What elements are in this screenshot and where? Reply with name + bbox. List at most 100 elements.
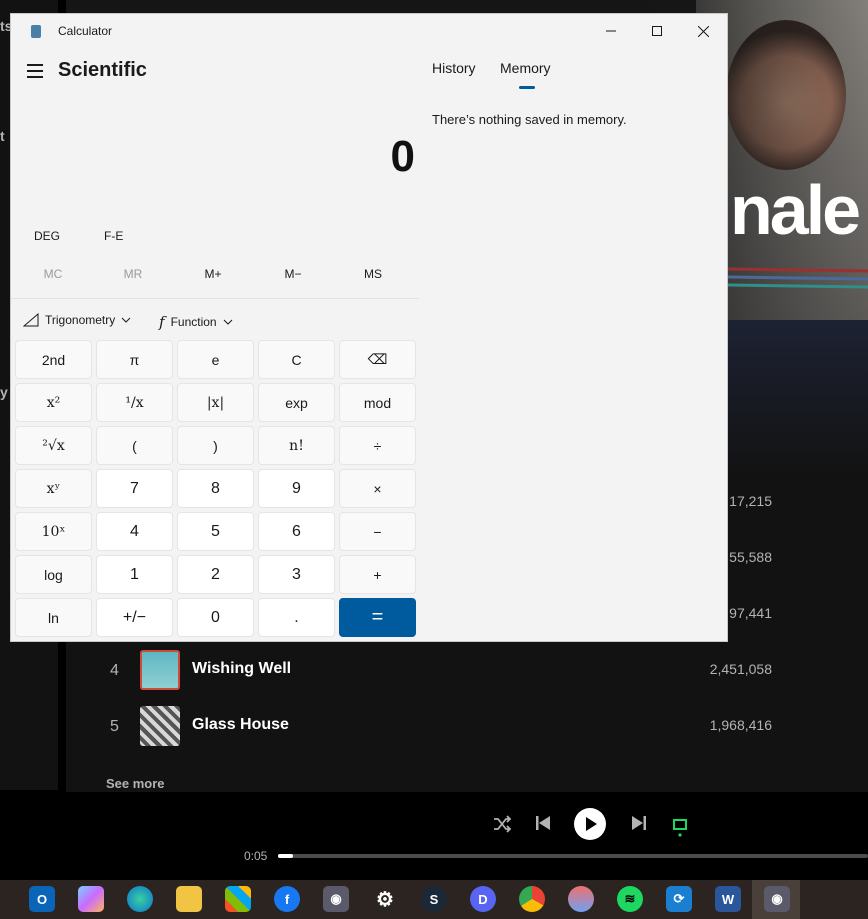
edge-icon[interactable] bbox=[127, 886, 153, 912]
title-bar: Calculator bbox=[11, 14, 727, 48]
messenger-icon[interactable]: f bbox=[274, 886, 300, 912]
chevron-down-icon bbox=[121, 317, 131, 323]
play-icon bbox=[586, 817, 597, 831]
word-icon[interactable]: W bbox=[715, 886, 741, 912]
track-number: 4 bbox=[110, 662, 119, 679]
track-row[interactable]: 5 Glass House 1,968,416 bbox=[66, 700, 868, 756]
memory-store-button[interactable]: MS bbox=[333, 267, 413, 281]
digit-0-button[interactable]: 0 bbox=[177, 598, 254, 637]
function-dropdown[interactable]: f Function bbox=[159, 313, 233, 331]
sync-icon[interactable]: ⟳ bbox=[666, 886, 692, 912]
camera-icon[interactable]: ◉ bbox=[323, 886, 349, 912]
digit-6-button[interactable]: 6 bbox=[258, 512, 335, 551]
square-button[interactable]: x² bbox=[15, 383, 92, 422]
log-button[interactable]: log bbox=[15, 555, 92, 594]
second-function-button[interactable]: 2nd bbox=[15, 340, 92, 379]
play-button[interactable] bbox=[574, 808, 606, 840]
outlook-icon[interactable]: O bbox=[29, 886, 55, 912]
open-paren-button[interactable]: ( bbox=[96, 426, 173, 465]
sidebar-fragment: t bbox=[0, 128, 5, 144]
camera-icon[interactable]: ◉ bbox=[764, 886, 790, 912]
equals-button[interactable]: = bbox=[339, 598, 416, 637]
active-tab-indicator bbox=[519, 86, 535, 89]
settings-icon[interactable]: ⚙ bbox=[372, 886, 398, 912]
digit-3-button[interactable]: 3 bbox=[258, 555, 335, 594]
exp-button[interactable]: exp bbox=[258, 383, 335, 422]
spotify-icon[interactable]: ≋ bbox=[617, 886, 643, 912]
taskbar: O f ◉ ⚙ S D ≋ ⟳ W ◉ bbox=[0, 880, 868, 919]
decimal-button[interactable]: . bbox=[258, 598, 335, 637]
divide-button[interactable]: ÷ bbox=[339, 426, 416, 465]
square-root-button[interactable]: ²√x bbox=[15, 426, 92, 465]
digit-8-button[interactable]: 8 bbox=[177, 469, 254, 508]
steam-icon[interactable]: S bbox=[421, 886, 447, 912]
digit-1-button[interactable]: 1 bbox=[96, 555, 173, 594]
digit-9-button[interactable]: 9 bbox=[258, 469, 335, 508]
track-row[interactable]: 4 Wishing Well 2,451,058 bbox=[66, 644, 868, 700]
absolute-value-button[interactable]: |x| bbox=[177, 383, 254, 422]
angle-mode-button[interactable]: DEG bbox=[34, 229, 60, 243]
multiply-button[interactable]: × bbox=[339, 469, 416, 508]
shuffle-icon[interactable] bbox=[492, 814, 512, 834]
memory-add-button[interactable]: M+ bbox=[173, 267, 253, 281]
ten-power-button[interactable]: 10ˣ bbox=[15, 512, 92, 551]
close-button[interactable] bbox=[680, 14, 726, 48]
ln-button[interactable]: ln bbox=[15, 598, 92, 637]
track-plays: 97,441 bbox=[729, 605, 772, 621]
backspace-button[interactable]: ⌫ bbox=[339, 340, 416, 379]
mod-button[interactable]: mod bbox=[339, 383, 416, 422]
current-time: 0:05 bbox=[244, 849, 268, 863]
fe-button[interactable]: F-E bbox=[104, 229, 123, 243]
copilot-icon[interactable] bbox=[78, 886, 104, 912]
close-icon bbox=[697, 25, 709, 37]
navigation-menu-button[interactable] bbox=[27, 64, 43, 78]
tab-memory[interactable]: Memory bbox=[500, 60, 551, 76]
function-icon: f bbox=[159, 313, 165, 331]
minus-button[interactable]: − bbox=[339, 512, 416, 551]
minimize-icon bbox=[606, 30, 616, 32]
reciprocal-button[interactable]: ¹/x bbox=[96, 383, 173, 422]
calculator-window: Calculator Scientific 0 DEG F-E MC MR M+… bbox=[10, 13, 728, 642]
clear-button[interactable]: C bbox=[258, 340, 335, 379]
track-title[interactable]: Wishing Well bbox=[192, 660, 291, 678]
progress-fill bbox=[278, 854, 293, 858]
digit-4-button[interactable]: 4 bbox=[96, 512, 173, 551]
plus-button[interactable]: + bbox=[339, 555, 416, 594]
digit-5-button[interactable]: 5 bbox=[177, 512, 254, 551]
track-plays: 17,215 bbox=[729, 493, 772, 509]
store-icon[interactable] bbox=[225, 886, 251, 912]
tab-history[interactable]: History bbox=[432, 60, 476, 76]
memory-clear-button[interactable]: MC bbox=[13, 267, 93, 281]
minimize-button[interactable] bbox=[588, 14, 634, 48]
album-art bbox=[140, 650, 180, 690]
factorial-button[interactable]: n! bbox=[258, 426, 335, 465]
trigonometry-label: Trigonometry bbox=[45, 313, 116, 327]
next-icon[interactable] bbox=[630, 814, 648, 832]
progress-bar[interactable] bbox=[278, 854, 868, 858]
memory-subtract-button[interactable]: M− bbox=[253, 267, 333, 281]
chevron-down-icon bbox=[223, 319, 232, 325]
track-plays: 55,588 bbox=[729, 549, 772, 565]
see-more-link[interactable]: See more bbox=[106, 776, 165, 791]
file-explorer-icon[interactable] bbox=[176, 886, 202, 912]
trigonometry-dropdown[interactable]: Trigonometry bbox=[23, 313, 131, 327]
chrome-icon[interactable] bbox=[519, 886, 545, 912]
digit-7-button[interactable]: 7 bbox=[96, 469, 173, 508]
track-title[interactable]: Glass House bbox=[192, 716, 289, 734]
discord-icon[interactable]: D bbox=[470, 886, 496, 912]
euler-button[interactable]: e bbox=[177, 340, 254, 379]
close-paren-button[interactable]: ) bbox=[177, 426, 254, 465]
mode-title: Scientific bbox=[58, 59, 147, 81]
paint-icon[interactable] bbox=[568, 886, 594, 912]
digit-2-button[interactable]: 2 bbox=[177, 555, 254, 594]
negate-button[interactable]: +/− bbox=[96, 598, 173, 637]
maximize-button[interactable] bbox=[634, 14, 680, 48]
power-button[interactable]: xʸ bbox=[15, 469, 92, 508]
pi-button[interactable]: π bbox=[96, 340, 173, 379]
artist-name: nale bbox=[730, 171, 861, 249]
memory-recall-button[interactable]: MR bbox=[93, 267, 173, 281]
memory-empty-message: There’s nothing saved in memory. bbox=[432, 112, 627, 127]
calculator-app-icon bbox=[31, 25, 41, 38]
previous-icon[interactable] bbox=[534, 814, 552, 832]
repeat-icon[interactable] bbox=[670, 814, 690, 838]
